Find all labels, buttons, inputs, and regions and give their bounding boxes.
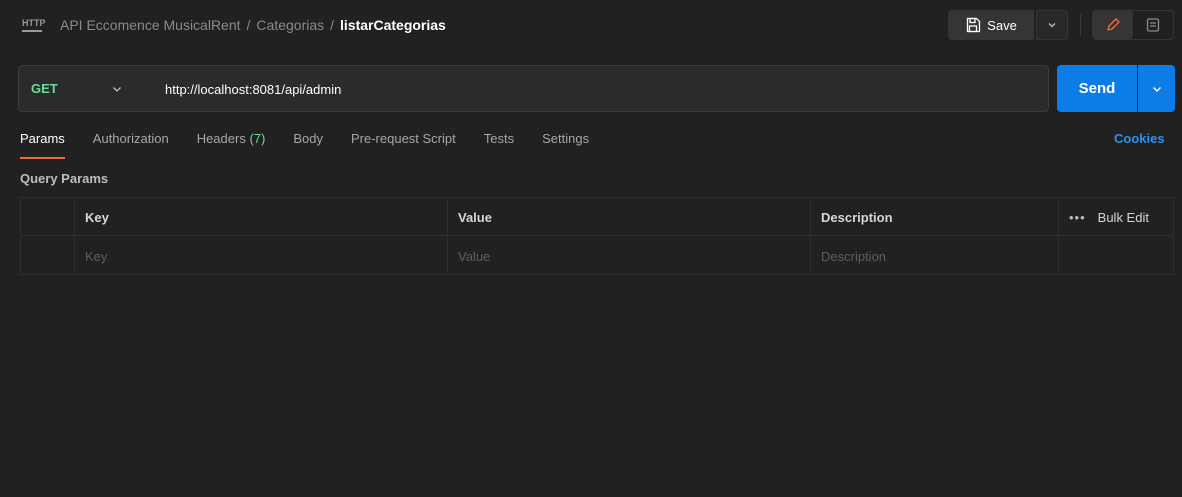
chevron-down-icon bbox=[113, 87, 121, 92]
http-icon: HTTP bbox=[22, 18, 46, 32]
view-toggle-group bbox=[1092, 10, 1174, 40]
tab-headers[interactable]: Headers (7) bbox=[197, 129, 266, 159]
key-input[interactable]: Key bbox=[74, 237, 447, 275]
comments-button[interactable] bbox=[1133, 11, 1173, 39]
breadcrumb-collection[interactable]: API Eccomence MusicalRent bbox=[60, 17, 241, 33]
tab-params[interactable]: Params bbox=[20, 129, 65, 159]
bulk-edit-cell: ••• Bulk Edit bbox=[1058, 198, 1173, 236]
url-input[interactable] bbox=[165, 78, 1025, 100]
save-label: Save bbox=[987, 17, 1017, 33]
column-header-value: Value bbox=[447, 198, 810, 236]
toolbar-divider bbox=[1080, 14, 1081, 36]
request-name[interactable]: listarCategorias bbox=[340, 17, 446, 33]
table-header-row: Key Value Description ••• Bulk Edit bbox=[21, 198, 1173, 236]
tab-authorization[interactable]: Authorization bbox=[93, 129, 169, 159]
edit-button[interactable] bbox=[1093, 11, 1133, 39]
tab-settings[interactable]: Settings bbox=[542, 129, 589, 159]
comment-icon bbox=[1146, 18, 1160, 32]
query-params-table: Key Value Description ••• Bulk Edit Key … bbox=[20, 197, 1174, 275]
save-icon bbox=[967, 17, 981, 33]
send-options-button[interactable] bbox=[1138, 65, 1175, 112]
method-select[interactable]: GET bbox=[19, 66, 144, 111]
breadcrumb-separator: / bbox=[246, 17, 251, 33]
table-row: Key Value Description bbox=[21, 237, 1173, 275]
checkbox-column-header bbox=[21, 198, 74, 236]
chevron-down-icon bbox=[1152, 86, 1161, 92]
column-header-key: Key bbox=[74, 198, 447, 236]
description-input[interactable]: Description bbox=[810, 237, 1058, 275]
breadcrumb: API Eccomence MusicalRent / Categorias / lis… bbox=[60, 17, 446, 33]
cookies-link[interactable]: Cookies bbox=[1114, 131, 1165, 146]
value-input[interactable]: Value bbox=[447, 237, 810, 275]
request-header-bar: HTTP API Eccomence MusicalRent / Categoria… bbox=[0, 0, 1182, 52]
save-button-group: Save bbox=[948, 10, 1068, 40]
more-options-icon[interactable]: ••• bbox=[1069, 210, 1086, 225]
headers-count: (7) bbox=[249, 131, 266, 146]
method-label: GET bbox=[31, 81, 58, 96]
save-button[interactable]: Save bbox=[948, 10, 1034, 40]
row-actions-cell bbox=[1058, 237, 1173, 275]
pencil-icon bbox=[1107, 18, 1120, 31]
url-bar: GET bbox=[18, 65, 1049, 112]
breadcrumb-folder[interactable]: Categorias bbox=[256, 17, 324, 33]
column-header-description: Description bbox=[810, 198, 1058, 236]
request-tabs: Params Authorization Headers (7) Body Pr… bbox=[20, 129, 617, 159]
tab-tests[interactable]: Tests bbox=[484, 129, 514, 159]
send-button[interactable]: Send bbox=[1057, 65, 1137, 112]
tab-pre-request-script[interactable]: Pre-request Script bbox=[351, 129, 456, 159]
save-options-button[interactable] bbox=[1036, 10, 1068, 40]
send-button-group: Send bbox=[1057, 65, 1175, 112]
bulk-edit-button[interactable]: Bulk Edit bbox=[1098, 210, 1149, 225]
row-checkbox-cell bbox=[21, 237, 74, 275]
breadcrumb-separator: / bbox=[330, 17, 335, 33]
query-params-title: Query Params bbox=[20, 171, 109, 186]
chevron-down-icon bbox=[1048, 23, 1056, 28]
tab-body[interactable]: Body bbox=[293, 129, 323, 159]
